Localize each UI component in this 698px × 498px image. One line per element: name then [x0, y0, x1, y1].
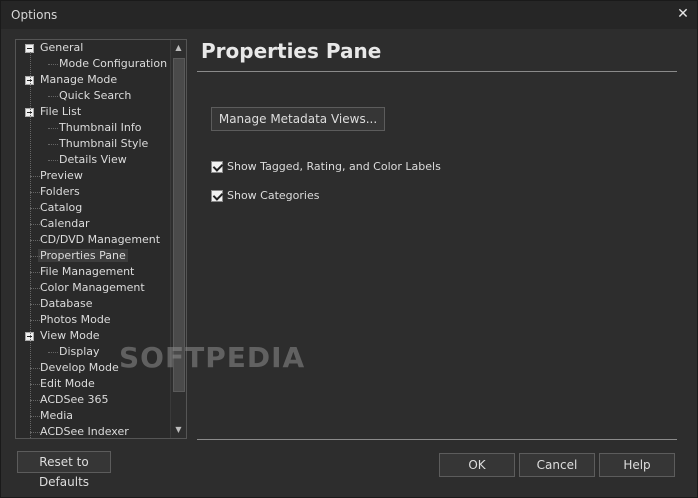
tree-connector: [30, 304, 40, 305]
help-button[interactable]: Help: [599, 453, 675, 477]
close-icon[interactable]: ✕: [675, 6, 691, 22]
manage-metadata-views-button[interactable]: Manage Metadata Views...: [211, 107, 385, 131]
tree-connector: [30, 368, 40, 369]
tree-item-label: Catalog: [40, 201, 83, 214]
tree-connector: [30, 320, 40, 321]
tree-connector: [48, 352, 58, 353]
tree-item[interactable]: Thumbnail Style: [59, 136, 148, 152]
tree-item-label: Details View: [59, 153, 127, 166]
tree-item[interactable]: Quick Search: [59, 88, 131, 104]
tree-item-label: Quick Search: [59, 89, 132, 102]
tree-item-label: Mode Configuration: [59, 57, 168, 70]
tree-item[interactable]: Folders: [40, 184, 80, 200]
tree-item-label: ACDSee Indexer: [40, 425, 129, 438]
tree-item[interactable]: Database: [40, 296, 93, 312]
tree-connector: [48, 128, 58, 129]
cancel-button[interactable]: Cancel: [519, 453, 595, 477]
tree-item-label: Color Management: [40, 281, 145, 294]
tree-item-label: Manage Mode: [40, 73, 118, 86]
tree-connector: [30, 208, 40, 209]
tree-item-label: Database: [40, 297, 93, 310]
tree-connector: [48, 96, 58, 97]
watermark: SOFTPEDIA: [119, 341, 306, 374]
window-title: Options: [11, 8, 58, 22]
tree-connector: [48, 64, 58, 65]
options-tree: General Mode Configuration Manage Mode Quic…: [15, 39, 187, 439]
tree-connector: [30, 192, 40, 193]
tree-item-label: File Management: [40, 265, 135, 278]
tree-item-label: Edit Mode: [40, 377, 95, 390]
tree-item[interactable]: Catalog: [40, 200, 82, 216]
tree-item[interactable]: File Management: [40, 264, 134, 280]
tree-connector: [30, 256, 40, 257]
tree-item[interactable]: Manage Mode: [40, 72, 117, 88]
tree-item[interactable]: CD/DVD Management: [40, 232, 160, 248]
tree-item-label: Photos Mode: [40, 313, 111, 326]
reset-to-defaults-button[interactable]: Reset to Defaults: [17, 451, 111, 489]
tree-item-label: Thumbnail Info: [59, 121, 142, 134]
tree-item-label: Develop Mode: [40, 361, 119, 374]
tree-connector: [30, 240, 40, 241]
title-bar: Options ✕: [1, 1, 697, 29]
ok-button[interactable]: OK: [439, 453, 515, 477]
tree-item[interactable]: Develop Mode: [40, 360, 119, 376]
tree-item[interactable]: General: [40, 40, 83, 56]
tree-item-label: Calendar: [40, 217, 90, 230]
tree-connector: [30, 416, 40, 417]
tree-item[interactable]: Media: [40, 408, 73, 424]
tree-connector: [48, 144, 58, 145]
show-labels-checkbox[interactable]: [211, 161, 223, 173]
tree-item[interactable]: Display: [59, 344, 100, 360]
show-categories-checkbox[interactable]: [211, 190, 223, 202]
tree-item[interactable]: Mode Configuration: [59, 56, 167, 72]
tree-item[interactable]: ACDSee Indexer: [40, 424, 129, 438]
tree-item[interactable]: Thumbnail Info: [59, 120, 142, 136]
tree-connector: [30, 52, 31, 438]
tree-item-label: Properties Pane: [38, 249, 128, 262]
show-labels-label: Show Tagged, Rating, and Color Labels: [227, 160, 441, 173]
tree-item[interactable]: Photos Mode: [40, 312, 111, 328]
page-title: Properties Pane: [201, 39, 382, 63]
tree-item[interactable]: Color Management: [40, 280, 145, 296]
tree-connector: [48, 160, 58, 161]
tree-item[interactable]: Calendar: [40, 216, 89, 232]
tree-item-label: Preview: [40, 169, 83, 182]
tree-item-label: CD/DVD Management: [40, 233, 161, 246]
scroll-down-icon[interactable]: ▼: [171, 422, 186, 438]
tree-item[interactable]: Preview: [40, 168, 83, 184]
divider: [197, 71, 677, 72]
tree-connector: [30, 384, 40, 385]
tree-item-label: View Mode: [40, 329, 100, 342]
tree-item[interactable]: Details View: [59, 152, 127, 168]
tree-item-label: General: [40, 41, 84, 54]
tree-item-label: Display: [59, 345, 100, 358]
tree-item[interactable]: Edit Mode: [40, 376, 95, 392]
tree-connector: [30, 432, 40, 433]
divider: [197, 439, 677, 440]
tree-connector: [30, 176, 40, 177]
tree-connector: [30, 272, 40, 273]
tree-scrollbar[interactable]: ▲ ▼: [170, 40, 186, 438]
scroll-up-icon[interactable]: ▲: [171, 40, 186, 56]
tree-item-label: Media: [40, 409, 74, 422]
tree-item-label: ACDSee 365: [40, 393, 109, 406]
tree-item[interactable]: File List: [40, 104, 81, 120]
tree-connector: [30, 224, 40, 225]
tree-connector: [30, 400, 40, 401]
tree-item[interactable]: ACDSee 365: [40, 392, 109, 408]
tree-item[interactable]: View Mode: [40, 328, 100, 344]
tree-item-label: Thumbnail Style: [59, 137, 149, 150]
tree-connector: [30, 288, 40, 289]
options-dialog: Options ✕ General Mode Configuration Manag…: [0, 0, 698, 498]
tree-item-label: File List: [40, 105, 82, 118]
show-categories-label: Show Categories: [227, 189, 320, 202]
tree-item[interactable]: Properties Pane: [38, 248, 128, 264]
tree-item-label: Folders: [40, 185, 80, 198]
